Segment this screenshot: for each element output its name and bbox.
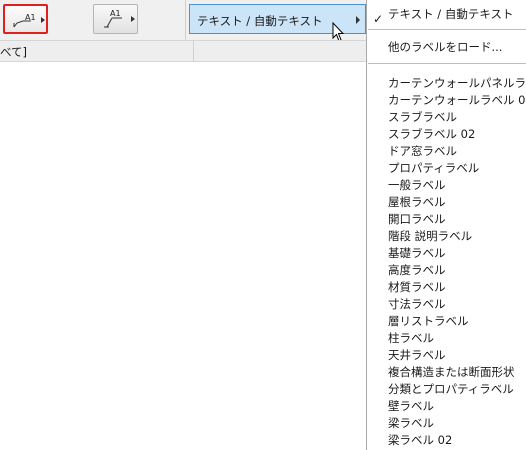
app-window: A1 A1 テキスト / 自動テキスト べて] ✓ テキスト / 自動テキスト … bbox=[0, 0, 526, 450]
menu-divider bbox=[368, 63, 526, 64]
label-type-menu: ✓ テキスト / 自動テキスト 他のラベルをロード... カーテンウォールパネル… bbox=[366, 0, 526, 450]
menu-item-label: 開口ラベル bbox=[388, 212, 446, 226]
menu-item-label-type[interactable]: 屋根ラベル bbox=[367, 194, 526, 210]
menu-item-label-type[interactable]: 材質ラベル bbox=[367, 279, 526, 295]
menu-item-label-type[interactable]: 層リストラベル bbox=[367, 313, 526, 329]
checkmark-icon: ✓ bbox=[373, 12, 384, 26]
menu-item-label-type[interactable]: スラブラベル bbox=[367, 109, 526, 125]
menu-item-label: カーテンウォールパネルラベル bbox=[388, 76, 526, 90]
text-label-style-button[interactable]: A1 bbox=[93, 4, 138, 34]
label-type-value: テキスト / 自動テキスト bbox=[197, 14, 323, 28]
menu-item-label-type[interactable]: 高度ラベル bbox=[367, 262, 526, 278]
menu-item-label-type[interactable]: 基礎ラベル bbox=[367, 245, 526, 261]
menu-item-label: スラブラベル 02 bbox=[388, 127, 476, 141]
menu-item-label: 柱ラベル bbox=[388, 331, 434, 345]
menu-item-label: 複合構造または断面形状 bbox=[388, 365, 515, 379]
menu-item-label: 梁ラベル 02 bbox=[388, 433, 453, 447]
leader-label-style-button[interactable]: A1 bbox=[3, 4, 48, 34]
menu-item-label-type[interactable]: 柱ラベル bbox=[367, 330, 526, 346]
menu-item-label: 他のラベルをロード... bbox=[388, 40, 503, 54]
menu-item-label: 壁ラベル bbox=[388, 399, 434, 413]
menu-item-label: 層リストラベル bbox=[388, 314, 469, 328]
menu-item-label-type[interactable]: カーテンウォールパネルラベル bbox=[367, 75, 526, 91]
menu-item-label: プロパティラベル bbox=[388, 161, 480, 175]
menu-item-label: 階段 説明ラベル bbox=[388, 229, 473, 243]
menu-item-label-type[interactable]: 天井ラベル bbox=[367, 347, 526, 363]
menu-item-label: 梁ラベル bbox=[388, 416, 434, 430]
column-divider[interactable] bbox=[193, 41, 194, 61]
menu-item-label-type[interactable]: 壁ラベル bbox=[367, 398, 526, 414]
label-toolbar: A1 A1 テキスト / 自動テキスト bbox=[0, 0, 366, 42]
menu-item-label: 寸法ラベル bbox=[388, 297, 446, 311]
button2-text: A1 bbox=[110, 9, 121, 18]
menu-item-label: ドア窓ラベル bbox=[388, 144, 457, 158]
menu-item-label-type[interactable]: 分類とプロパティラベル bbox=[367, 381, 526, 397]
menu-item-label: カーテンウォールラベル 02 bbox=[388, 93, 526, 107]
button1-text: A1 bbox=[25, 13, 36, 22]
leader-label-icon: A1 bbox=[13, 13, 45, 28]
menu-item-label: スラブラベル bbox=[388, 110, 457, 124]
menu-item-label-type[interactable]: 寸法ラベル bbox=[367, 296, 526, 312]
menu-item-label: 高度ラベル bbox=[388, 263, 446, 277]
menu-item-label-type[interactable]: 梁ラベル bbox=[367, 415, 526, 431]
menu-item-label-type[interactable]: 一般ラベル bbox=[367, 177, 526, 193]
menu-item-label-type[interactable]: 梁ラベル 02 bbox=[367, 432, 526, 448]
menu-item-label: テキスト / 自動テキスト bbox=[388, 7, 514, 21]
menu-item-label: 材質ラベル bbox=[388, 280, 446, 294]
menu-divider bbox=[368, 29, 526, 30]
menu-item-load-other-labels[interactable]: 他のラベルをロード... bbox=[367, 39, 526, 55]
menu-item-label-type[interactable]: カーテンウォールラベル 02 bbox=[367, 92, 526, 108]
text-label-icon: A1 bbox=[104, 9, 135, 28]
menu-item-label-type[interactable]: ドア窓ラベル bbox=[367, 143, 526, 159]
menu-item-label-type[interactable]: 階段 説明ラベル bbox=[367, 228, 526, 244]
menu-item-text-autotext[interactable]: ✓ テキスト / 自動テキスト bbox=[367, 6, 526, 26]
menu-item-label: 一般ラベル bbox=[388, 178, 446, 192]
toolbar-divider bbox=[185, 0, 186, 40]
menu-item-label-type[interactable]: プロパティラベル bbox=[367, 160, 526, 176]
column-header-bar: べて] bbox=[0, 40, 366, 62]
menu-item-label: 基礎ラベル bbox=[388, 246, 446, 260]
menu-item-label: 天井ラベル bbox=[388, 348, 446, 362]
menu-item-label-type[interactable]: スラブラベル 02 bbox=[367, 126, 526, 142]
menu-item-label-type[interactable]: 複合構造または断面形状 bbox=[367, 364, 526, 380]
column-header-label: べて] bbox=[0, 45, 28, 59]
menu-item-label: 屋根ラベル bbox=[388, 195, 446, 209]
submenu-arrow-icon bbox=[356, 16, 360, 24]
menu-item-label: 分類とプロパティラベル bbox=[388, 382, 514, 396]
menu-item-label-type[interactable]: 開口ラベル bbox=[367, 211, 526, 227]
